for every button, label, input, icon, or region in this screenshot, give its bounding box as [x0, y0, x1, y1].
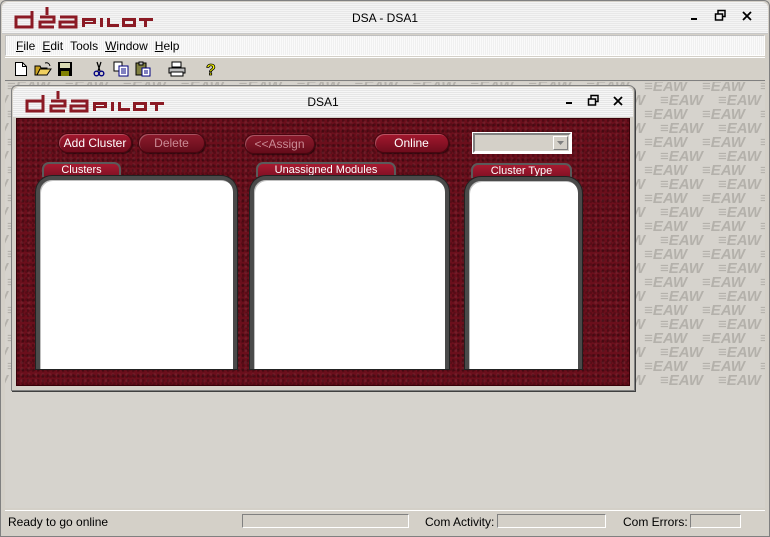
cluster-type-combo[interactable] [472, 132, 572, 154]
status-bar: Ready to go online Com Activity: Com Err… [5, 510, 765, 532]
delete-button[interactable]: Delete [138, 133, 205, 153]
online-button[interactable]: Online [374, 133, 449, 153]
window-title: DSA - DSA1 [351, 11, 419, 25]
restore-icon[interactable] [714, 9, 728, 23]
open-icon[interactable] [33, 59, 53, 79]
add-cluster-button[interactable]: Add Cluster [58, 133, 132, 153]
child-restore-icon[interactable] [587, 94, 601, 108]
menu-file-rest: ile [23, 38, 36, 53]
title-bar[interactable]: DSA - DSA1 [2, 2, 768, 34]
paste-icon[interactable] [133, 59, 153, 79]
new-icon[interactable] [11, 59, 31, 79]
clusters-tab-label: Clusters [42, 162, 121, 177]
menu-help[interactable]: Help [155, 39, 180, 53]
cluster-panel: Add Cluster Delete <<Assign Online Clust… [16, 118, 630, 386]
menu-tools[interactable]: Tools [70, 39, 98, 53]
child-minimize-icon[interactable] [563, 94, 577, 108]
unassigned-modules-list[interactable] [250, 176, 449, 369]
menu-file[interactable]: File [16, 39, 35, 53]
cluster-type-list[interactable] [465, 177, 582, 369]
child-close-icon[interactable] [611, 94, 625, 108]
child-window-dsa1: DSA1 Add Cluster Delete <<Assign Online … [11, 85, 635, 391]
cluster-type-tab-label: Cluster Type [471, 163, 572, 178]
com-errors-label: Com Errors: [623, 515, 688, 529]
help-icon[interactable]: ? [201, 59, 221, 79]
close-icon[interactable] [740, 9, 754, 23]
minimize-icon[interactable] [688, 9, 702, 23]
com-activity-indicator [497, 514, 606, 528]
assign-button[interactable]: <<Assign [244, 134, 315, 154]
com-activity-label: Com Activity: [425, 515, 495, 529]
mdi-workspace: ≡EAW ≡EAW ≡EAW ≡EAW ≡EAW ≡EAW ≡EAW ≡EAW … [5, 82, 765, 508]
menu-edit-rest: dit [50, 38, 64, 53]
menu-help-rest: elp [163, 38, 180, 53]
menu-bar: File Edit Tools Window Help [5, 35, 765, 56]
com-errors-indicator [690, 514, 741, 528]
menu-window-rest: indow [116, 38, 148, 53]
chevron-down-icon[interactable] [553, 136, 568, 150]
print-icon[interactable] [167, 59, 187, 79]
status-field-blank [242, 514, 409, 528]
unassigned-modules-tab-label: Unassigned Modules [256, 162, 396, 177]
menu-edit[interactable]: Edit [42, 39, 63, 53]
status-message: Ready to go online [8, 515, 109, 529]
child-window-title: DSA1 [307, 95, 339, 109]
svg-text:?: ? [206, 62, 216, 77]
cut-icon[interactable] [89, 59, 109, 79]
copy-icon[interactable] [111, 59, 131, 79]
child-title-bar[interactable]: DSA1 [13, 87, 633, 117]
toolbar: ? [5, 57, 765, 81]
menu-window[interactable]: Window [105, 39, 148, 53]
save-icon[interactable] [55, 59, 75, 79]
clusters-list[interactable] [36, 176, 237, 369]
app-window: DSA - DSA1 File Edit Tools Window Help ?… [0, 0, 770, 537]
